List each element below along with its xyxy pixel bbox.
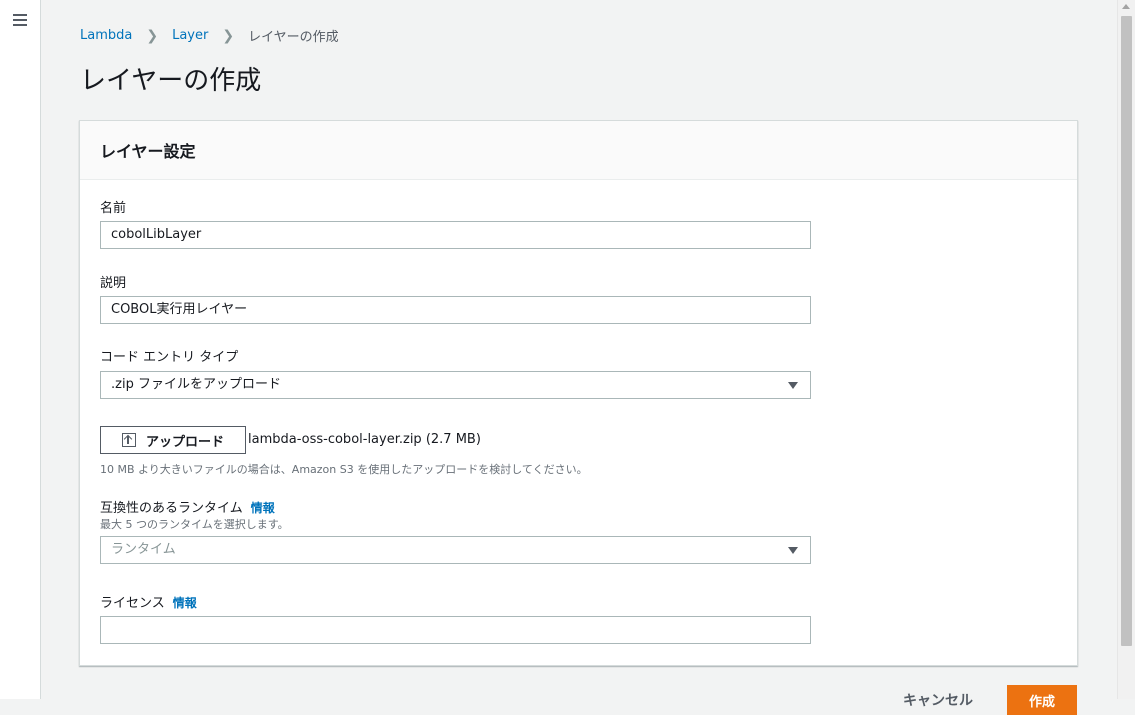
breadcrumb: Lambda ❯ Layer ❯ レイヤーの作成 [80, 26, 339, 46]
panel-title: レイヤー設定 [100, 142, 196, 161]
description-input[interactable]: COBOL実行用レイヤー [100, 296, 811, 324]
caret-down-icon [788, 547, 798, 554]
scroll-thumb[interactable] [1121, 16, 1132, 646]
code-entry-label: コード エントリ タイプ [100, 350, 239, 365]
caret-down-icon [788, 382, 798, 389]
scrollbar[interactable] [1117, 0, 1135, 699]
breadcrumb-layer[interactable]: Layer [172, 28, 208, 43]
runtimes-hint: 最大 5 つのランタイムを選択します。 [100, 518, 289, 531]
name-input[interactable]: cobolLibLayer [100, 221, 811, 249]
code-entry-select[interactable]: .zip ファイルをアップロード [100, 371, 811, 399]
license-label: ライセンス 情報 [100, 592, 197, 611]
uploaded-file-name: lambda-oss-cobol-layer.zip (2.7 MB) [248, 432, 481, 447]
upload-icon [121, 433, 136, 447]
license-info-link[interactable]: 情報 [173, 596, 197, 610]
create-button[interactable]: 作成 [1007, 685, 1077, 715]
upload-hint: 10 MB より大きいファイルの場合は、Amazon S3 を使用したアップロー… [100, 463, 588, 476]
breadcrumb-current: レイヤーの作成 [248, 30, 339, 45]
runtimes-placeholder: ランタイム [111, 542, 176, 557]
layer-settings-panel: レイヤー設定 名前 cobolLibLayer 説明 COBOL実行用レイヤー … [79, 120, 1078, 666]
runtimes-info-link[interactable]: 情報 [251, 501, 275, 515]
breadcrumb-lambda[interactable]: Lambda [80, 28, 132, 43]
code-entry-value: .zip ファイルをアップロード [111, 377, 281, 392]
cancel-button[interactable]: キャンセル [903, 690, 973, 710]
upload-button[interactable]: アップロード [100, 426, 246, 454]
page-title: レイヤーの作成 [80, 66, 262, 96]
description-label: 説明 [100, 276, 127, 291]
runtimes-select[interactable]: ランタイム [100, 536, 811, 564]
name-label: 名前 [100, 201, 127, 216]
runtimes-label-text: 互換性のあるランタイム [100, 501, 243, 516]
upload-button-label: アップロード [145, 434, 224, 450]
runtimes-label: 互換性のあるランタイム 情報 [100, 497, 275, 516]
menu-icon[interactable] [13, 14, 27, 26]
scroll-up-icon[interactable] [1122, 4, 1130, 9]
left-nav-rail [0, 0, 41, 699]
chevron-right-icon: ❯ [146, 27, 159, 44]
chevron-right-icon: ❯ [222, 27, 235, 44]
license-label-text: ライセンス [100, 596, 165, 611]
license-input[interactable] [100, 616, 811, 644]
panel-header: レイヤー設定 [80, 121, 1077, 180]
